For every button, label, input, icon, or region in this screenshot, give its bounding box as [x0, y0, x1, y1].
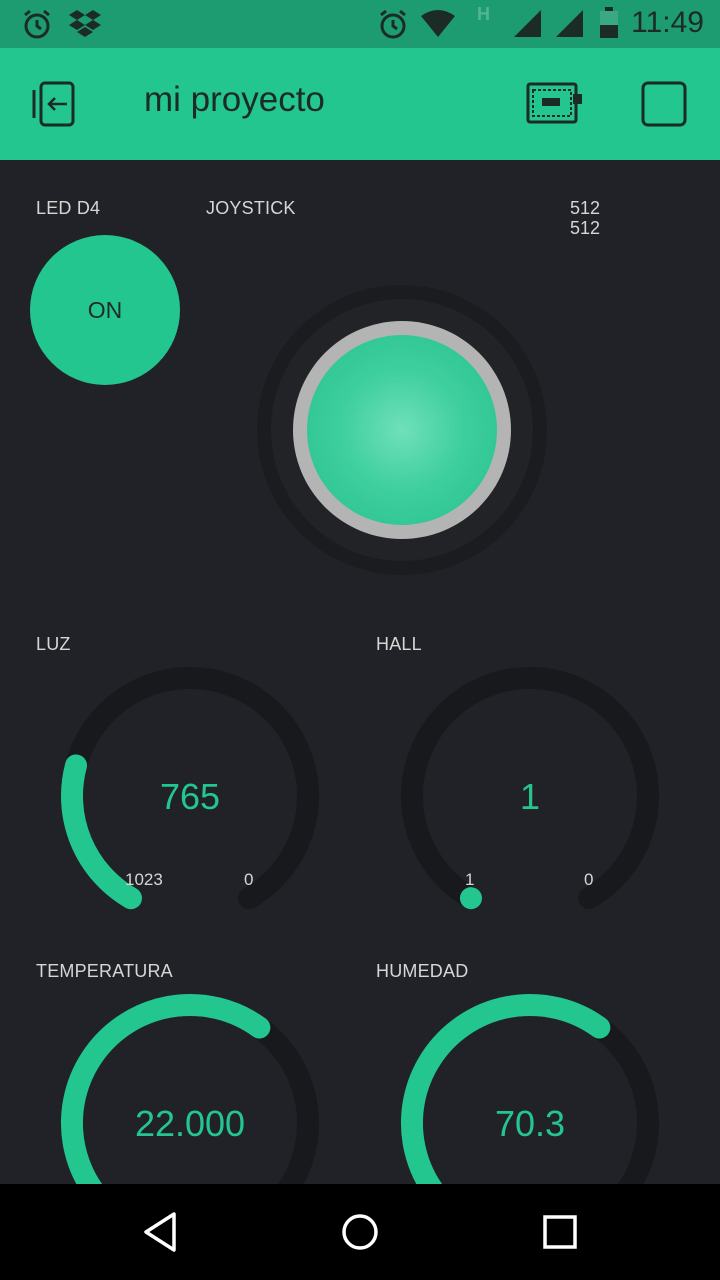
- temperatura-label: TEMPERATURA: [36, 961, 173, 981]
- joystick-x-value: 512: [569, 198, 600, 218]
- joystick-knob[interactable]: [293, 321, 511, 539]
- device-board-icon[interactable]: [526, 82, 584, 126]
- luz-value: 765: [159, 776, 221, 817]
- luz-label: LUZ: [36, 634, 71, 654]
- status-bar: H 11:49: [0, 0, 720, 48]
- led-toggle-button[interactable]: ON: [30, 235, 180, 385]
- joystick-label: JOYSTICK: [206, 198, 296, 218]
- hall-value: 1: [519, 776, 541, 817]
- signal-icon: [556, 10, 583, 37]
- humedad-value: 70.3: [494, 1103, 566, 1144]
- home-icon[interactable]: [338, 1208, 382, 1256]
- led-button-text: ON: [87, 296, 123, 323]
- network-type-label: H: [477, 4, 490, 24]
- luz-max-label: 0: [244, 870, 254, 889]
- battery-icon: [600, 7, 618, 38]
- temperatura-value: 22.000: [134, 1103, 246, 1144]
- signal-icon: [514, 10, 541, 37]
- recents-icon[interactable]: [540, 1208, 580, 1256]
- navigation-bar: [0, 1184, 720, 1280]
- page-title: mi proyecto: [144, 80, 325, 119]
- app-bar: mi proyecto: [0, 48, 720, 160]
- luz-min-label: 1023: [125, 870, 163, 889]
- back-icon[interactable]: [140, 1208, 180, 1256]
- joystick-values: 512 512: [540, 198, 600, 238]
- hall-max-label: 0: [584, 870, 594, 889]
- exit-icon[interactable]: [32, 80, 82, 128]
- wifi-icon: [421, 10, 455, 37]
- joystick-knob-center: [307, 335, 497, 525]
- led-label: LED D4: [36, 198, 101, 218]
- hall-label: HALL: [376, 634, 422, 654]
- alarm-icon: [24, 9, 50, 39]
- clock: 11:49: [631, 6, 704, 39]
- hall-min-label: 1: [465, 870, 475, 889]
- dropbox-icon: [69, 10, 101, 37]
- joystick-y-value: 512: [569, 218, 600, 238]
- humedad-label: HUMEDAD: [376, 961, 469, 981]
- alarm-icon: [380, 9, 406, 39]
- stop-icon[interactable]: [640, 80, 688, 128]
